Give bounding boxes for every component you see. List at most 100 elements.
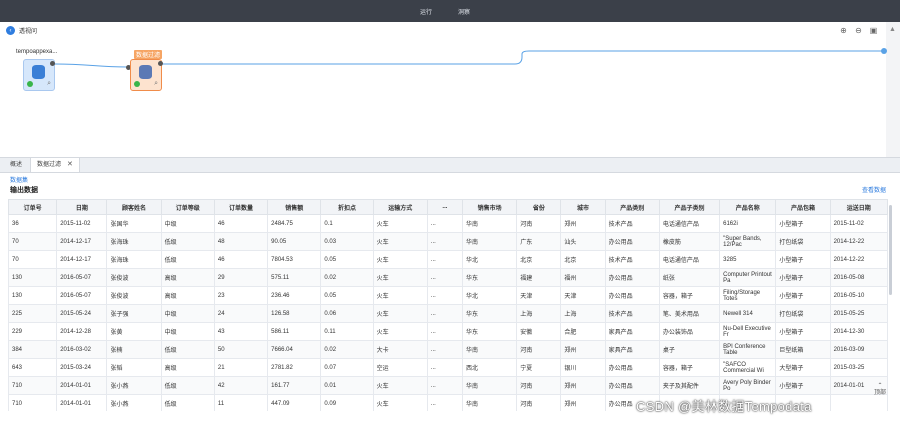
table-row[interactable]: 130 2016-05-07 张俊波 高级 29 575.11 0.02 火车... 华东 福建福… xyxy=(8,268,888,287)
column-header[interactable]: 订单等级 xyxy=(160,199,215,215)
table-cell: 张俊波 xyxy=(106,286,162,305)
link-endpoint[interactable] xyxy=(881,48,887,54)
table-cell: 小型箱子 xyxy=(775,322,831,341)
tab-data-filter[interactable]: 数据过滤 ✕ xyxy=(30,158,80,172)
column-header[interactable]: 订单号 xyxy=(8,199,58,215)
table-cell: 中级 xyxy=(160,304,215,323)
table-cell: 2014-01-01 xyxy=(56,376,108,395)
output-port[interactable] xyxy=(50,61,55,66)
table-cell: 容器，箱子 xyxy=(658,286,721,305)
table-row[interactable]: 229 2014-12-28 张黄 中级 43 586.11 0.11 火车... 华东 安徽 合肥… xyxy=(8,322,888,341)
output-port[interactable] xyxy=(158,61,163,66)
table-row[interactable]: 70 2014-12-17 张海珠 低级 46 7804.53 0.05 火车... 华北 北京北… xyxy=(8,250,888,269)
table-cell: 2015-03-25 xyxy=(829,358,888,377)
table-cell: 低级 xyxy=(160,376,215,395)
table-cell: 2015-11-02 xyxy=(56,214,108,233)
table-cell: 高级 xyxy=(160,286,215,305)
table-cell: ... xyxy=(426,250,464,269)
view-data-link[interactable]: 查看数据 xyxy=(862,185,886,194)
table-cell: 2014-12-30 xyxy=(829,322,888,341)
table-cell: 2016-05-08 xyxy=(829,268,888,287)
tab-run[interactable]: 运行 xyxy=(420,7,432,16)
tab-data-filter-label: 数据过滤 xyxy=(37,162,62,168)
search-icon[interactable]: ⌕ xyxy=(47,80,51,88)
table-row[interactable]: 70 2014-12-17 张海珠 低级 48 90.05 0.03 火车... 华南 广东 汕头办… xyxy=(8,232,888,251)
table-cell: 办公用品 xyxy=(604,286,660,305)
table-cell: ... xyxy=(426,340,464,359)
column-header[interactable]: 订单数量 xyxy=(213,199,269,215)
table-cell: 0.11 xyxy=(320,322,374,341)
zoom-in-icon[interactable]: ⊕ xyxy=(839,26,848,35)
column-header[interactable]: 销售市场 xyxy=(461,199,518,215)
table-cell: 火车 xyxy=(372,376,428,395)
table-cell: 张小燕 xyxy=(106,376,162,395)
table-cell: 大卡 xyxy=(372,340,428,359)
back-to-top-button[interactable]: ⌃ 顶部 xyxy=(874,383,886,397)
filter-node-title: 数据过滤 xyxy=(134,50,163,59)
table-cell: 打包纸袋 xyxy=(775,232,831,251)
table-cell: 小型箱子 xyxy=(775,268,831,287)
column-header[interactable]: ... xyxy=(426,199,464,215)
table-cell: 2484.75 xyxy=(267,214,322,233)
table-cell: 236.46 xyxy=(267,286,322,305)
table-cell: 575.11 xyxy=(267,268,322,287)
canvas-scrollbar[interactable]: ▲ xyxy=(886,22,900,157)
dataset-link[interactable]: 数据集 xyxy=(10,175,28,184)
table-row[interactable]: 710 2014-01-01 张小燕 低级 42 161.77 0.01 火车... 华南 河南郑… xyxy=(8,376,888,395)
table-cell: 小型箱子 xyxy=(775,286,831,305)
column-header[interactable]: 日期 xyxy=(56,199,108,215)
top-navigation-bar: 运行 洞察 xyxy=(0,0,900,22)
sub-header: ‹ 透视问 ⊕ ⊖ ▣ xyxy=(0,22,900,41)
scroll-up-icon[interactable]: ▲ xyxy=(889,26,896,33)
column-header[interactable]: 省份 xyxy=(516,199,562,215)
column-header[interactable]: 运输方式 xyxy=(372,199,428,215)
table-cell: 小型箱子 xyxy=(775,250,831,269)
table-cell: 中级 xyxy=(160,322,215,341)
fit-screen-icon[interactable]: ▣ xyxy=(869,26,878,35)
table-cell: 空运 xyxy=(372,358,428,377)
column-header[interactable]: 城市 xyxy=(560,199,606,215)
table-cell: ... xyxy=(426,268,464,287)
output-table-container: 订单号 日期 顾客姓名 订单等级 订单数量 销售额 折扣点 运输方式... 销售市场 省份 城市 产品… xyxy=(8,199,888,411)
table-cell: 火车 xyxy=(372,250,428,269)
table-cell: 46 xyxy=(213,214,269,233)
column-header[interactable]: 产品子类别 xyxy=(658,199,721,215)
table-cell: 低级 xyxy=(160,250,215,269)
table-cell: 2014-12-28 xyxy=(56,322,108,341)
zoom-out-icon[interactable]: ⊖ xyxy=(854,26,863,35)
table-row[interactable]: 36 2015-11-02 张国华 中级 46 2484.75 0.1 火车... 华南 河南 郑州… xyxy=(8,214,888,233)
success-icon xyxy=(134,81,140,87)
search-icon[interactable]: ⌕ xyxy=(154,80,158,88)
table-row[interactable]: 130 2016-05-07 张俊波 高级 23 236.46 0.05 火车... 华北 天津天… xyxy=(8,286,888,305)
table-scrollbar[interactable] xyxy=(889,205,892,295)
table-cell: Avery Poly Binder Po xyxy=(719,376,777,395)
column-header[interactable]: 顾客姓名 xyxy=(106,199,162,215)
table-cell: 橡皮筋 xyxy=(658,232,721,251)
table-cell: 河南 xyxy=(516,214,562,233)
column-header[interactable]: 销售额 xyxy=(267,199,322,215)
table-cell: 0.06 xyxy=(320,304,374,323)
table-cell: 46 xyxy=(213,250,269,269)
column-header[interactable]: 折扣点 xyxy=(320,199,374,215)
column-header[interactable]: 产品类别 xyxy=(604,199,660,215)
table-cell: 0.07 xyxy=(320,358,374,377)
back-link[interactable]: ‹ 透视问 xyxy=(6,26,37,35)
tab-overview[interactable]: 概述 xyxy=(4,158,28,172)
table-row[interactable]: 225 2015-05-24 张子强 中级 24 126.58 0.06 火车... 华东 上海上… xyxy=(8,304,888,323)
flow-links xyxy=(54,50,884,68)
table-row[interactable]: 643 2015-03-24 张韬 高级 21 2781.82 0.07 空运... 西北 宁夏银… xyxy=(8,358,888,377)
table-cell: 张黄 xyxy=(106,322,162,341)
table-cell: 0.05 xyxy=(320,286,374,305)
flow-canvas[interactable]: tempoappexa... ⌕ 数据过滤 ⌕ xyxy=(0,40,887,157)
table-cell: 0.09 xyxy=(320,394,374,411)
table-cell: 48 xyxy=(213,232,269,251)
table-row[interactable]: 384 2016-03-02 张楠 低级 50 7666.04 0.02 大卡... 华南 河南郑… xyxy=(8,340,888,359)
close-icon[interactable]: ✕ xyxy=(67,161,73,168)
table-cell: 0.02 xyxy=(320,268,374,287)
tab-insight[interactable]: 洞察 xyxy=(458,7,470,16)
column-header[interactable]: 产品包箱 xyxy=(775,199,831,215)
column-header[interactable]: 运送日期 xyxy=(829,199,888,215)
column-header[interactable]: 产品名称 xyxy=(719,199,777,215)
table-cell: 火车 xyxy=(372,322,428,341)
table-cell: ... xyxy=(426,322,464,341)
